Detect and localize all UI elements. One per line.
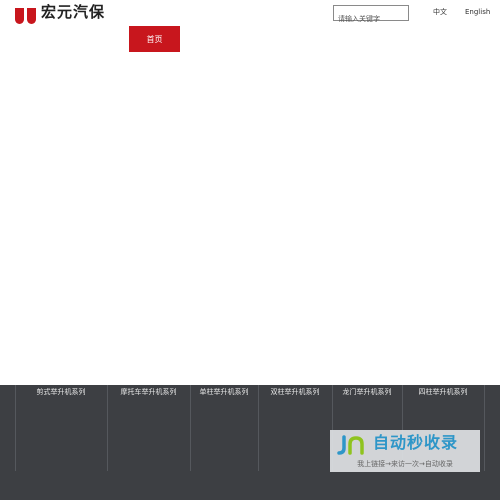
footer-category-label: 龙门举升机系列 — [342, 388, 392, 396]
footer-category-single-post-lift[interactable]: 单柱举升机系列 — [190, 385, 258, 500]
footer-category-label: 摩托车举升机系列 — [120, 388, 177, 396]
search-input[interactable] — [334, 12, 408, 26]
footer-category-label: 双柱举升机系列 — [270, 388, 320, 396]
footer-category-label: 剪式举升机系列 — [36, 388, 86, 396]
watermark-logo-icon — [337, 435, 364, 455]
nav-home-label: 首页 — [146, 34, 163, 44]
footer-category-scissor-lift[interactable]: 剪式举升机系列 — [15, 385, 107, 500]
lang-en-link[interactable]: English — [465, 9, 490, 16]
search-box[interactable] — [333, 5, 409, 26]
watermark-badge: 自动秒收录 我上链接→来访一次→自动收录 — [330, 430, 480, 472]
footer-category-label: 单柱举升机系列 — [199, 388, 249, 396]
watermark-title: 自动秒收录 — [373, 433, 459, 452]
nav-home-button[interactable]: 首页 — [129, 26, 180, 52]
logo-text: 宏元汽保 — [41, 3, 106, 21]
footer-category-motorcycle-lift[interactable]: 摩托车举升机系列 — [107, 385, 190, 500]
logo[interactable]: 宏元汽保 — [0, 0, 110, 24]
watermark-subtitle: 我上链接→来访一次→自动收录 — [357, 460, 453, 468]
footer-category-two-post-lift[interactable]: 双柱举升机系列 — [258, 385, 332, 500]
footer-category-label: 四柱举升机系列 — [418, 388, 468, 396]
logo-mark-icon — [15, 8, 36, 24]
footer-divider — [484, 385, 485, 471]
lang-zh-link[interactable]: 中文 — [433, 9, 447, 16]
